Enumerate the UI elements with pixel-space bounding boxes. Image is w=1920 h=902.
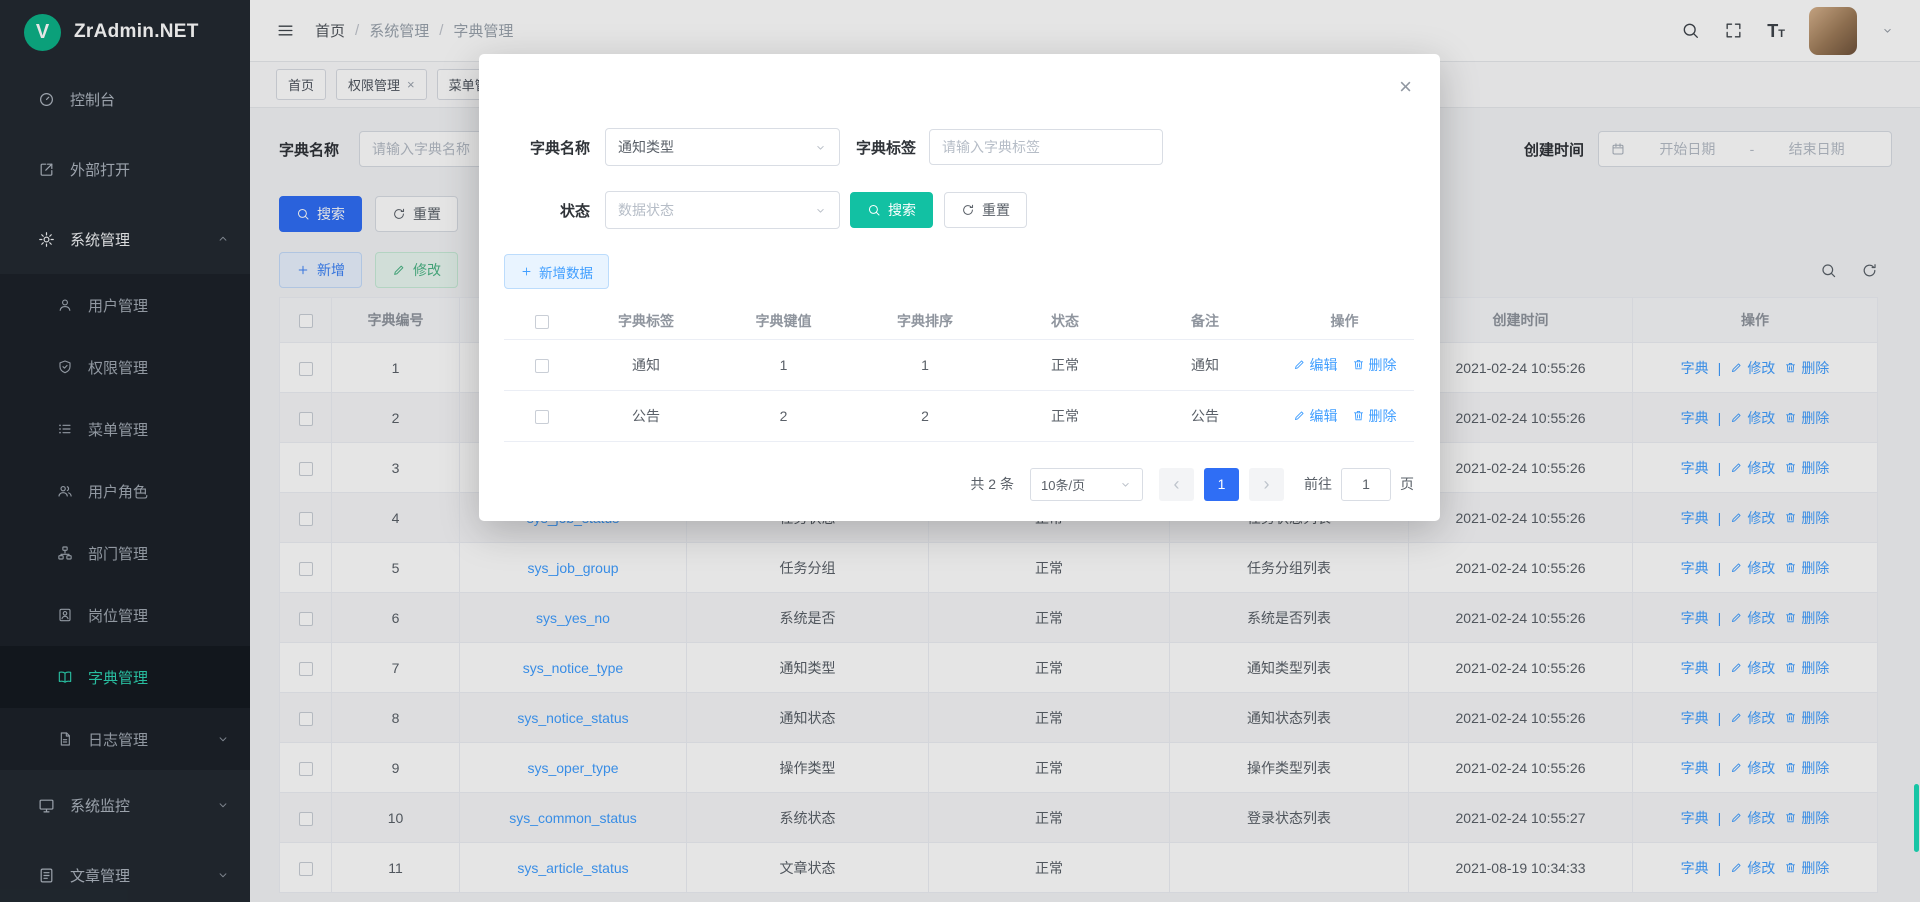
dialog-filter-row-1: 字典名称 通知类型 字典标签 [504, 128, 1414, 166]
page-size-value: 10条/页 [1041, 475, 1085, 494]
select-all-checkbox[interactable] [535, 315, 549, 329]
button-label: 新增数据 [539, 262, 593, 282]
search-icon [867, 203, 881, 217]
link-label: 编辑 [1310, 406, 1338, 426]
goto-page: 前往 页 [1304, 468, 1414, 501]
button-label: 重置 [982, 200, 1010, 220]
dict-data-dialog: × 字典名称 通知类型 字典标签 状态 数据状态 搜索 [479, 54, 1440, 521]
dict-name-select[interactable]: 通知类型 [605, 128, 840, 166]
next-icon: › [1264, 474, 1270, 495]
link-label: 删除 [1369, 406, 1397, 426]
search-button[interactable]: 搜索 [850, 192, 933, 228]
plus-icon [520, 265, 533, 278]
edit-link[interactable]: 编辑 [1293, 355, 1338, 375]
dict-tag-label: 字典标签 [856, 137, 916, 158]
select-value: 通知类型 [618, 137, 674, 157]
status-text: 正常 [1051, 408, 1079, 424]
dict-data-table: 字典标签 字典键值 字典排序 状态 备注 操作 通知 1 [504, 304, 1414, 442]
dict-label: 公告 [632, 408, 660, 424]
column-header: 字典排序 [855, 304, 995, 339]
add-data-button[interactable]: 新增数据 [504, 254, 609, 289]
refresh-icon [961, 203, 975, 217]
link-label: 删除 [1369, 355, 1397, 375]
row-actions: 编辑 删除 [1275, 406, 1414, 426]
scrollbar-thumb[interactable] [1914, 784, 1919, 852]
select-placeholder: 数据状态 [618, 200, 674, 220]
reset-button[interactable]: 重置 [944, 192, 1027, 228]
page-unit-label: 页 [1400, 474, 1414, 494]
chevron-down-icon [1119, 478, 1132, 491]
dict-data-row: 公告 2 2 正常 公告 编辑 删除 [504, 390, 1414, 441]
column-header: 操作 [1275, 304, 1414, 339]
dict-value: 1 [780, 357, 788, 373]
dict-value: 2 [780, 408, 788, 424]
total-count: 共 2 条 [970, 474, 1014, 494]
trash-icon [1352, 358, 1365, 371]
trash-icon [1352, 409, 1365, 422]
button-label: 搜索 [888, 200, 916, 220]
prev-page-button[interactable]: ‹ [1159, 468, 1194, 501]
remark-text: 公告 [1191, 408, 1219, 424]
link-label: 编辑 [1310, 355, 1338, 375]
dict-sort: 1 [921, 357, 929, 373]
app-root: V ZrAdmin.NET 控制台 外部打开 系统管理 用户管理 [0, 0, 1920, 902]
column-header: 字典键值 [712, 304, 855, 339]
dict-tag-input[interactable] [929, 129, 1163, 165]
table-header-row: 字典标签 字典键值 字典排序 状态 备注 操作 [504, 304, 1414, 339]
prev-icon: ‹ [1174, 474, 1180, 495]
dialog-filter-row-2: 状态 数据状态 搜索 重置 [504, 191, 1414, 229]
close-icon[interactable]: × [1399, 76, 1412, 98]
edit-link[interactable]: 编辑 [1293, 406, 1338, 426]
row-checkbox[interactable] [535, 359, 549, 373]
pencil-icon [1293, 358, 1306, 371]
pagination: 共 2 条 10条/页 ‹ 1 › 前往 页 [504, 468, 1414, 501]
chevron-down-icon [814, 204, 827, 217]
row-checkbox[interactable] [535, 410, 549, 424]
dict-label: 通知 [632, 357, 660, 373]
column-header: 字典标签 [580, 304, 712, 339]
dialog-body: 字典名称 通知类型 字典标签 状态 数据状态 搜索 [479, 54, 1440, 501]
status-label: 状态 [504, 200, 590, 221]
column-header: 状态 [995, 304, 1135, 339]
goto-page-input[interactable] [1341, 468, 1391, 501]
pencil-icon [1293, 409, 1306, 422]
current-page-button[interactable]: 1 [1204, 468, 1239, 501]
chevron-down-icon [814, 141, 827, 154]
dict-data-row: 通知 1 1 正常 通知 编辑 删除 [504, 339, 1414, 390]
status-text: 正常 [1051, 357, 1079, 373]
goto-label: 前往 [1304, 474, 1332, 494]
column-header: 备注 [1135, 304, 1275, 339]
page-size-select[interactable]: 10条/页 [1030, 468, 1143, 501]
remark-text: 通知 [1191, 357, 1219, 373]
page-number: 1 [1218, 476, 1226, 492]
dict-sort: 2 [921, 408, 929, 424]
row-actions: 编辑 删除 [1275, 355, 1414, 375]
delete-link[interactable]: 删除 [1352, 406, 1397, 426]
dict-name-label: 字典名称 [504, 137, 590, 158]
status-select[interactable]: 数据状态 [605, 191, 840, 229]
next-page-button[interactable]: › [1249, 468, 1284, 501]
delete-link[interactable]: 删除 [1352, 355, 1397, 375]
